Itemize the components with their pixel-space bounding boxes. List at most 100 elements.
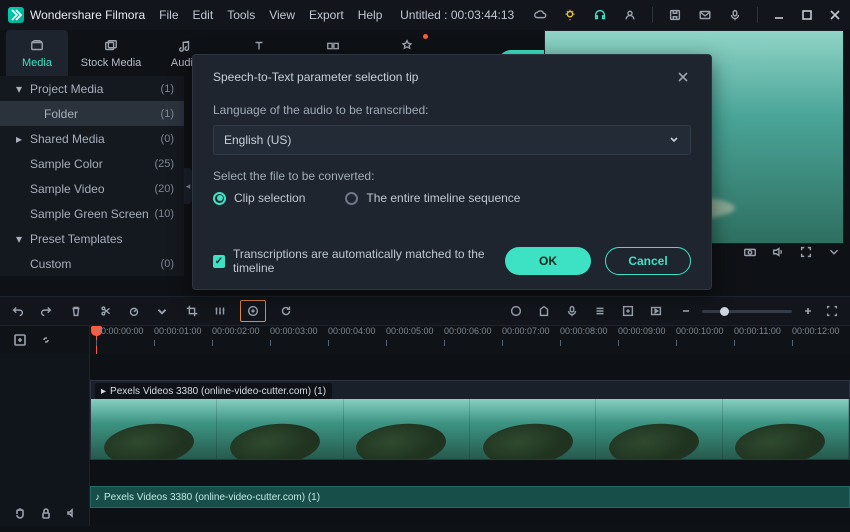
caret-right-icon: ▸	[16, 132, 24, 146]
ruler-tick: 00:00:05:00	[386, 326, 434, 336]
undo-icon[interactable]	[10, 303, 26, 319]
speech-to-text-button[interactable]	[240, 300, 266, 322]
zoom-in-icon[interactable]	[800, 303, 816, 319]
crop-icon[interactable]	[184, 303, 200, 319]
save-icon[interactable]	[667, 7, 683, 23]
caret-down-icon: ▾	[16, 82, 24, 96]
render-icon[interactable]	[648, 303, 664, 319]
ruler-tick: 00:00:08:00	[560, 326, 608, 336]
video-clip-icon: ▸	[101, 386, 106, 397]
expand-icon[interactable]	[798, 244, 814, 260]
chevron-down-icon[interactable]	[826, 244, 842, 260]
tree-item-preset-templates[interactable]: ▾Preset Templates	[0, 226, 184, 251]
split-icon[interactable]	[98, 303, 114, 319]
cancel-button[interactable]: Cancel	[605, 247, 691, 275]
tree-item-sample-video[interactable]: Sample Video(20)	[0, 176, 184, 201]
video-clip[interactable]: ▸Pexels Videos 3380 (online-video-cutter…	[90, 380, 850, 460]
ok-button[interactable]: OK	[505, 247, 591, 275]
divider	[652, 7, 653, 23]
mute-icon[interactable]	[64, 505, 80, 521]
tree-item-project-media[interactable]: ▾Project Media(1)	[0, 76, 184, 101]
menu-export[interactable]: Export	[309, 8, 344, 22]
radio-clip-selection[interactable]: Clip selection	[213, 191, 305, 205]
speech-to-text-icon	[245, 303, 261, 319]
auto-match-checkbox[interactable]: ✓Transcriptions are automatically matche…	[213, 247, 505, 275]
volume-icon[interactable]	[770, 244, 786, 260]
tab-stock-media[interactable]: Stock Media	[80, 30, 142, 76]
zoom-out-icon[interactable]	[678, 303, 694, 319]
notification-dot-icon	[423, 34, 428, 39]
language-select[interactable]: English (US)	[213, 125, 691, 155]
track-headers	[0, 354, 90, 526]
video-track-header[interactable]	[0, 500, 89, 526]
tab-media[interactable]: Media	[6, 30, 68, 76]
dialog-close-icon[interactable]	[675, 69, 691, 85]
headphones-icon[interactable]	[592, 7, 608, 23]
mail-icon[interactable]	[697, 7, 713, 23]
chevron-down-icon	[668, 133, 680, 148]
menu-view[interactable]: View	[269, 8, 295, 22]
menu-file[interactable]: File	[159, 8, 178, 22]
ruler-tick: 00:00:12:00	[792, 326, 840, 336]
hand-icon[interactable]	[12, 505, 28, 521]
ruler-tick: 00:00:06:00	[444, 326, 492, 336]
zoom-fit-icon[interactable]	[824, 303, 840, 319]
timeline-toolbar	[0, 296, 850, 326]
zoom-slider[interactable]	[702, 310, 792, 313]
radio-entire-timeline[interactable]: The entire timeline sequence	[345, 191, 520, 205]
redo-icon[interactable]	[38, 303, 54, 319]
caret-down-icon: ▾	[16, 232, 24, 246]
adjust-icon[interactable]	[212, 303, 228, 319]
bulb-icon[interactable]	[562, 7, 578, 23]
ruler-tick: 00:00:01:00	[154, 326, 202, 336]
link-icon[interactable]	[38, 332, 54, 348]
maximize-icon[interactable]	[800, 8, 814, 22]
minimize-icon[interactable]	[772, 8, 786, 22]
radio-on-icon	[213, 192, 226, 205]
camera-icon[interactable]	[742, 244, 758, 260]
tree-item-shared-media[interactable]: ▸Shared Media(0)	[0, 126, 184, 151]
stock-media-icon	[103, 37, 119, 55]
ruler-tick: 00:00:04:00	[328, 326, 376, 336]
tree-item-custom[interactable]: Custom(0)	[0, 251, 184, 276]
delete-icon[interactable]	[68, 303, 84, 319]
ruler-tick: 00:00:03:00	[270, 326, 318, 336]
close-icon[interactable]	[828, 8, 842, 22]
track-add-icon[interactable]	[12, 332, 28, 348]
marker-icon[interactable]	[536, 303, 552, 319]
timeline-tracks[interactable]: ▸Pexels Videos 3380 (online-video-cutter…	[90, 354, 850, 526]
media-tree: ▾Project Media(1) Folder(1) ▸Shared Medi…	[0, 76, 184, 276]
audio-clip-icon: ♪	[95, 492, 100, 503]
titlebar: Wondershare Filmora File Edit Tools View…	[0, 0, 850, 30]
tree-item-sample-green-screen[interactable]: Sample Green Screen(10)	[0, 201, 184, 226]
divider	[757, 7, 758, 23]
menu-tools[interactable]: Tools	[227, 8, 255, 22]
menu-edit[interactable]: Edit	[193, 8, 214, 22]
clip-title: ▸Pexels Videos 3380 (online-video-cutter…	[95, 383, 332, 399]
user-icon[interactable]	[622, 7, 638, 23]
timeline-ruler[interactable]: 00:00:00:0000:00:01:0000:00:02:0000:00:0…	[0, 326, 850, 354]
titles-icon	[251, 37, 267, 55]
filmora-logo-icon	[8, 7, 24, 23]
voiceover-icon[interactable]	[564, 303, 580, 319]
document-title: Untitled : 00:03:44:13	[396, 8, 518, 22]
tree-item-folder[interactable]: Folder(1)	[0, 101, 184, 126]
lock-icon[interactable]	[38, 505, 54, 521]
app-name: Wondershare Filmora	[30, 8, 145, 22]
tree-item-sample-color[interactable]: Sample Color(25)	[0, 151, 184, 176]
zoom-thumb[interactable]	[720, 307, 729, 316]
refresh-icon[interactable]	[278, 303, 294, 319]
file-select-label: Select the file to be converted:	[213, 169, 691, 183]
chevron-down-icon[interactable]	[154, 303, 170, 319]
audio-clip[interactable]: ♪Pexels Videos 3380 (online-video-cutter…	[90, 486, 850, 508]
ruler-tick: 00:00:10:00	[676, 326, 724, 336]
cloud-icon[interactable]	[532, 7, 548, 23]
add-track-icon[interactable]	[620, 303, 636, 319]
ruler-tick: 00:00:11:00	[734, 326, 781, 336]
list-icon[interactable]	[592, 303, 608, 319]
mix-icon[interactable]	[508, 303, 524, 319]
mic-icon[interactable]	[727, 7, 743, 23]
speed-icon[interactable]	[126, 303, 142, 319]
panel-collapse-handle[interactable]: ◂	[184, 168, 192, 204]
menu-help[interactable]: Help	[358, 8, 383, 22]
